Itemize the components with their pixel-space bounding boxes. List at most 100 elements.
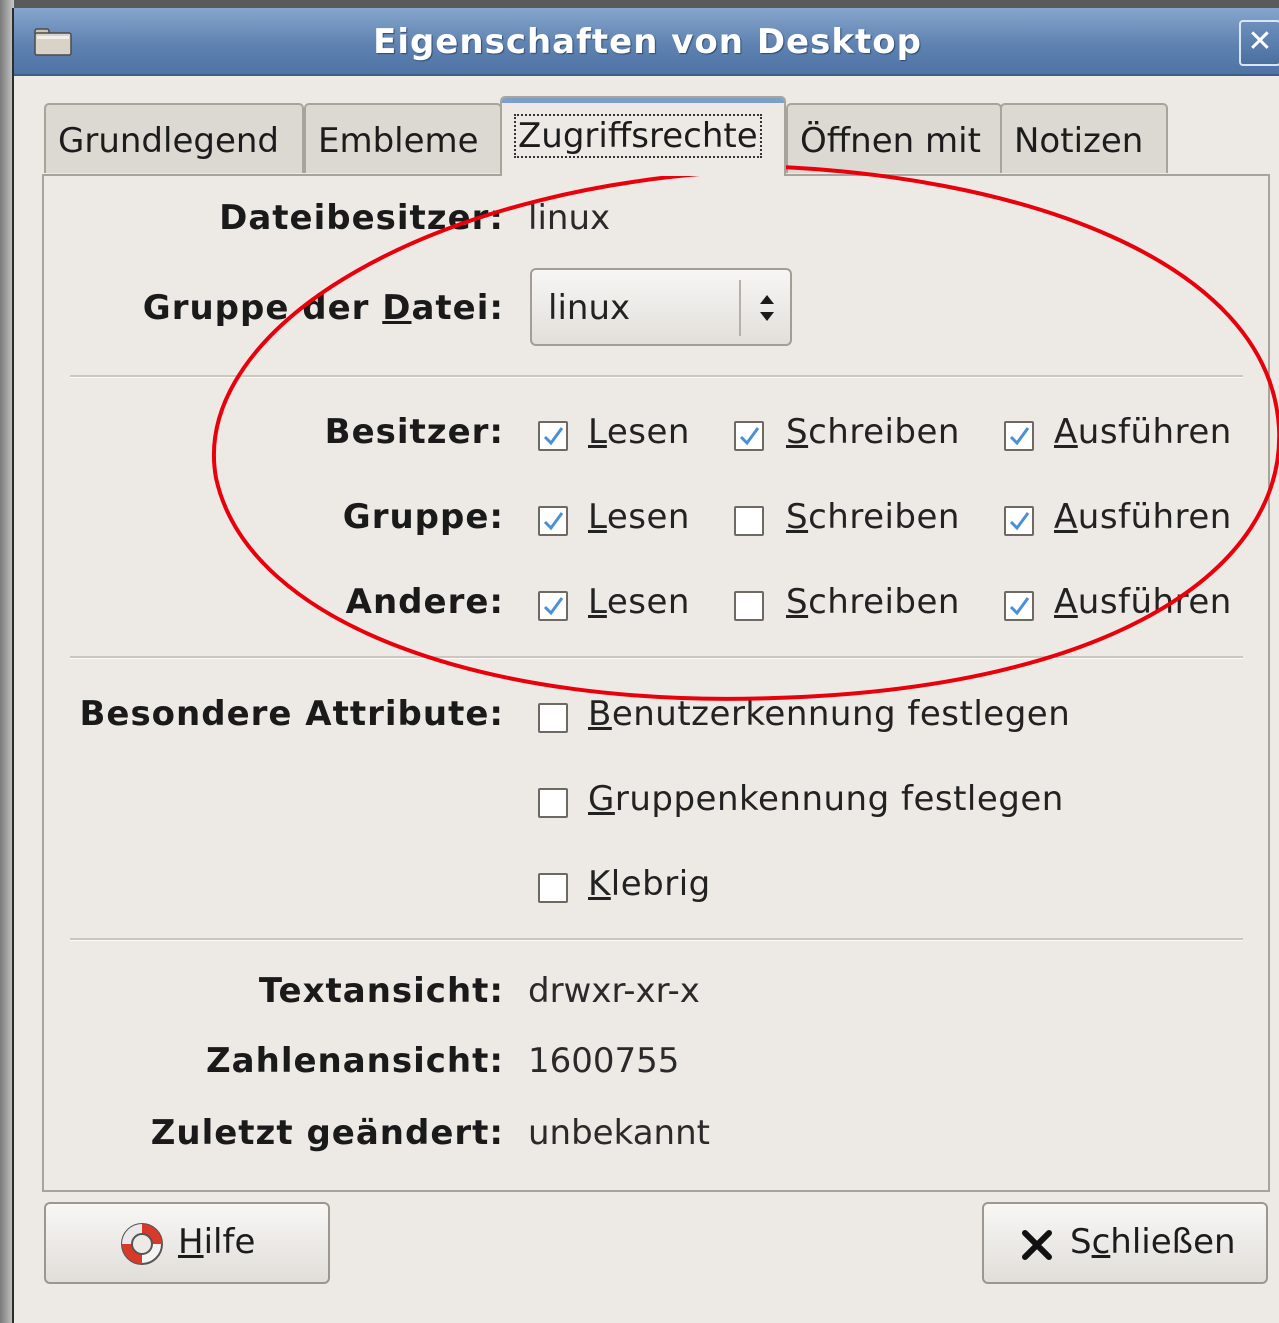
close-label-start: S [1070, 1222, 1092, 1262]
owner-label: Dateibesitzer: [219, 198, 504, 238]
last-changed-value: unbekannt [528, 1113, 710, 1153]
help-button[interactable]: Hilfe [44, 1202, 330, 1284]
window-title: Eigenschaften von Desktop [373, 22, 922, 62]
execute-checkbox-label[interactable]: Ausführen [1054, 412, 1232, 452]
checkmark-icon [1009, 427, 1030, 446]
mnemonic: A [1054, 497, 1078, 537]
checkmark-icon [543, 512, 564, 531]
read-checkbox[interactable] [538, 591, 568, 621]
write-checkbox-label[interactable]: Schreiben [786, 582, 960, 622]
write-checkbox[interactable] [734, 591, 764, 621]
read-checkbox[interactable] [538, 421, 568, 451]
special-attributes-label: Besondere Attribute: [79, 694, 504, 734]
sticky-checkbox-label[interactable]: Klebrig [588, 864, 711, 904]
label-rest: chreiben [808, 497, 960, 537]
tab-zugriffsrechte[interactable]: Zugriffsrechte [500, 96, 786, 176]
read-checkbox[interactable] [538, 506, 568, 536]
checkmark-icon [543, 597, 564, 616]
checkmark-icon [739, 427, 760, 446]
lifebuoy-icon [121, 1223, 163, 1265]
mnemonic: S [786, 497, 809, 537]
help-mnemonic: H [178, 1222, 204, 1262]
tab-label: Notizen [1014, 121, 1144, 161]
properties-dialog: Eigenschaften von Desktop ✕ Grundlegend … [12, 8, 1279, 1323]
mnemonic: K [588, 864, 611, 904]
write-checkbox-label[interactable]: Schreiben [786, 497, 960, 537]
last-changed-label: Zuletzt geändert: [150, 1113, 504, 1153]
read-checkbox-label[interactable]: Lesen [588, 497, 690, 537]
separator [70, 375, 1243, 378]
set-group-id-checkbox-label[interactable]: Gruppenkennung festlegen [588, 779, 1064, 819]
group-select-value: linux [548, 288, 631, 328]
read-checkbox-label[interactable]: Lesen [588, 582, 690, 622]
close-button-label: Schließen [1070, 1222, 1236, 1262]
execute-checkbox[interactable] [1004, 591, 1034, 621]
set-user-id-checkbox-label[interactable]: Benutzerkennung festlegen [588, 694, 1070, 734]
permission-row-label: Gruppe: [342, 497, 504, 537]
label-rest: chreiben [808, 412, 960, 452]
mnemonic: S [786, 582, 809, 622]
execute-checkbox[interactable] [1004, 421, 1034, 451]
checkmark-icon [1009, 597, 1030, 616]
tab-notizen[interactable]: Notizen [1000, 103, 1168, 173]
mnemonic: L [588, 582, 607, 622]
group-select[interactable]: linux [530, 268, 792, 346]
execute-checkbox-label[interactable]: Ausführen [1054, 497, 1232, 537]
checkmark-icon [1009, 512, 1030, 531]
mnemonic: A [1054, 412, 1078, 452]
number-view-label: Zahlenansicht: [206, 1041, 504, 1081]
permission-row-label: Besitzer: [324, 412, 504, 452]
set-group-id-checkbox[interactable] [538, 788, 568, 818]
group-label-mnemonic: D [382, 288, 412, 328]
label-rest: usführen [1077, 497, 1232, 537]
help-label-rest: ilfe [203, 1222, 256, 1262]
tab-grundlegend[interactable]: Grundlegend [44, 103, 304, 173]
tab-label: Embleme [318, 121, 479, 161]
write-checkbox[interactable] [734, 421, 764, 451]
group-label-text-end: atei: [411, 288, 504, 328]
checkmark-icon [543, 427, 564, 446]
write-checkbox[interactable] [734, 506, 764, 536]
mnemonic: B [588, 694, 612, 734]
label-rest: esen [606, 497, 690, 537]
label-rest: usführen [1077, 412, 1232, 452]
group-label: Gruppe der Datei: [24, 288, 504, 328]
help-button-label: Hilfe [178, 1222, 255, 1262]
tab-oeffnen-mit[interactable]: Öffnen mit [786, 103, 1002, 173]
mnemonic: A [1054, 582, 1078, 622]
execute-checkbox[interactable] [1004, 506, 1034, 536]
label-rest: chreiben [808, 582, 960, 622]
mnemonic: L [588, 412, 607, 452]
window-close-button[interactable]: ✕ [1239, 20, 1279, 66]
label-rest: ruppenkennung festlegen [614, 779, 1064, 819]
text-view-label: Textansicht: [258, 971, 504, 1011]
mnemonic: S [786, 412, 809, 452]
close-icon: ✕ [1247, 24, 1273, 59]
execute-checkbox-label[interactable]: Ausführen [1054, 582, 1232, 622]
set-user-id-checkbox[interactable] [538, 703, 568, 733]
text-view-value: drwxr-xr-x [528, 971, 700, 1011]
separator [70, 938, 1243, 941]
label-rest: esen [606, 412, 690, 452]
close-button[interactable]: Schließen [982, 1202, 1268, 1284]
close-icon [1022, 1230, 1052, 1260]
label-rest: lebrig [610, 864, 711, 904]
tab-embleme[interactable]: Embleme [304, 103, 502, 173]
owner-value: linux [528, 198, 611, 238]
mnemonic: G [588, 779, 615, 819]
group-label-text: Gruppe der [142, 288, 383, 328]
sticky-checkbox[interactable] [538, 873, 568, 903]
tab-label: Grundlegend [58, 121, 279, 161]
separator [70, 656, 1243, 659]
combo-separator [739, 280, 741, 336]
label-rest: usführen [1077, 582, 1232, 622]
write-checkbox-label[interactable]: Schreiben [786, 412, 960, 452]
label-rest: enutzerkennung festlegen [611, 694, 1071, 734]
permission-row-label: Andere: [345, 582, 504, 622]
tab-label: Zugriffsrechte [514, 114, 762, 158]
title-bar[interactable]: Eigenschaften von Desktop ✕ [14, 8, 1279, 76]
up-down-arrows-icon [760, 295, 774, 321]
mnemonic: L [588, 497, 607, 537]
close-label-rest: hließen [1110, 1222, 1236, 1262]
read-checkbox-label[interactable]: Lesen [588, 412, 690, 452]
